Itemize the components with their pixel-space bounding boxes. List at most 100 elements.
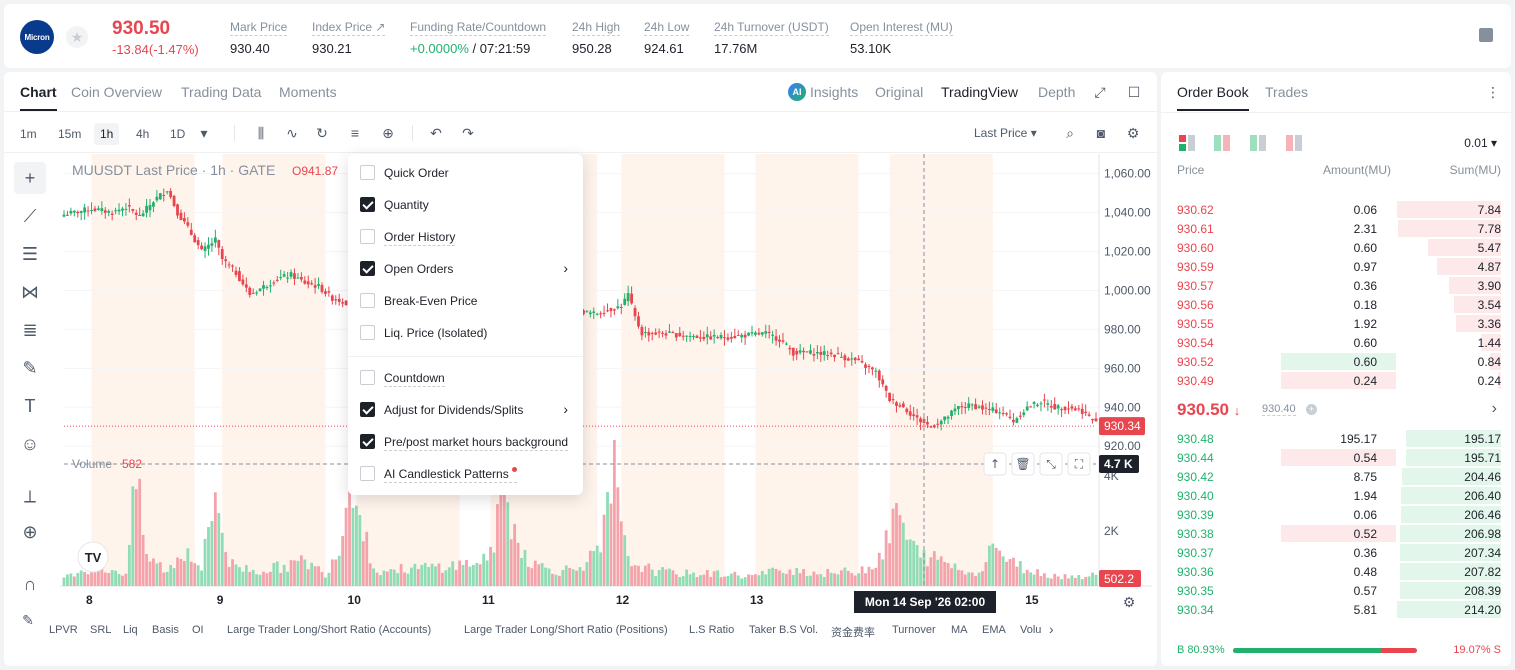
indicator-tab[interactable]: LPVR <box>49 624 78 636</box>
timeframe-15m[interactable]: 15m <box>52 123 87 145</box>
indicator-tab[interactable]: MA <box>951 624 968 636</box>
dd-quantity[interactable]: Quantity <box>360 195 572 215</box>
indicator-tab[interactable]: Taker B.S Vol. <box>749 624 818 636</box>
stat-mark-price[interactable]: Mark Price 930.40 <box>230 18 288 56</box>
orderbook-row[interactable]: 930.54 0.60 1.44 <box>1177 333 1501 352</box>
checkbox[interactable] <box>360 165 375 180</box>
orderbook-row[interactable]: 930.62 0.06 7.84 <box>1177 200 1501 219</box>
checkbox[interactable] <box>360 229 375 244</box>
checkbox[interactable] <box>360 466 375 481</box>
dd-open-orders[interactable]: Open Orders › <box>360 259 572 279</box>
tab-depth[interactable]: Depth <box>1038 84 1075 100</box>
tab-order-book[interactable]: Order Book <box>1177 84 1249 111</box>
indicator-tab[interactable]: Liq <box>123 624 138 636</box>
indicator-tab[interactable]: L.S Ratio <box>689 624 734 636</box>
orderbook-last-price[interactable]: 930.50 ↓ <box>1177 400 1240 420</box>
stat-funding-rate[interactable]: Funding Rate/Countdown +0.0000% / 07:21:… <box>410 18 547 56</box>
dd-liq-price[interactable]: Liq. Price (Isolated) <box>360 323 572 343</box>
dd-break-even-price[interactable]: Break-Even Price <box>360 291 572 311</box>
indicator-tab[interactable]: Volu <box>1020 624 1041 636</box>
expand-icon[interactable]: ⤢ <box>1092 84 1108 100</box>
brush-icon[interactable]: ✎ <box>14 352 46 384</box>
indicator-icon[interactable]: ∿ <box>284 125 300 141</box>
tab-tradingview[interactable]: TradingView <box>941 84 1018 100</box>
text-icon[interactable]: T <box>14 390 46 422</box>
orderbook-row[interactable]: 930.61 2.31 7.78 <box>1177 219 1501 238</box>
dd-adjust-dividends[interactable]: Adjust for Dividends/Splits › <box>360 400 572 420</box>
emoji-icon[interactable]: ☺ <box>14 428 46 460</box>
checkbox[interactable] <box>360 293 375 308</box>
book-icon[interactable] <box>1479 28 1493 42</box>
indicator-tab[interactable]: Large Trader Long/Short Ratio (Positions… <box>464 624 668 636</box>
orderbook-row[interactable]: 930.48 195.17 195.17 <box>1177 429 1501 448</box>
orderbook-row[interactable]: 930.36 0.48 207.82 <box>1177 562 1501 581</box>
indicator-tab[interactable]: Large Trader Long/Short Ratio (Accounts) <box>227 624 431 636</box>
checkbox[interactable] <box>360 197 375 212</box>
stat-index-price[interactable]: Index Price ↗ 930.21 <box>312 18 386 56</box>
tab-insights[interactable]: Insights <box>810 84 858 100</box>
orderbook-row[interactable]: 930.59 0.97 4.87 <box>1177 257 1501 276</box>
chevron-down-icon[interactable]: ▾ <box>196 125 212 141</box>
orderbook-row[interactable]: 930.60 0.60 5.47 <box>1177 238 1501 257</box>
candle-type-icon[interactable]: ⫼ <box>253 125 269 141</box>
checkbox[interactable] <box>360 325 375 340</box>
timeframe-1m[interactable]: 1m <box>14 123 43 145</box>
orderbook-row[interactable]: 930.52 0.60 0.84 <box>1177 352 1501 371</box>
refresh-icon[interactable]: ↻ <box>314 125 330 141</box>
orderbook-row[interactable]: 930.37 0.36 207.34 <box>1177 543 1501 562</box>
orderbook-row[interactable]: 930.35 0.57 208.39 <box>1177 581 1501 600</box>
precision-select[interactable]: 0.01 ▾ <box>1464 136 1497 150</box>
chevron-right-icon[interactable]: › <box>1049 621 1054 637</box>
add-overlay-icon[interactable]: ⊕ <box>380 125 396 141</box>
indicator-tab[interactable]: 资金费率 <box>831 624 875 640</box>
indicator-tab[interactable]: Basis <box>152 624 179 636</box>
tab-chart[interactable]: Chart <box>20 84 57 111</box>
checkbox[interactable] <box>360 402 375 417</box>
checkbox[interactable] <box>360 434 375 449</box>
dd-quick-order[interactable]: Quick Order <box>360 163 572 183</box>
chevron-right-icon[interactable]: › <box>1492 400 1497 418</box>
timeframe-1h[interactable]: 1h <box>94 123 120 145</box>
indicator-tab[interactable]: EMA <box>982 624 1006 636</box>
magnet-icon[interactable]: ∩ <box>14 568 46 600</box>
checkbox[interactable] <box>360 261 375 276</box>
search-icon[interactable]: ⌕ <box>1062 125 1078 141</box>
tab-trading-data[interactable]: Trading Data <box>181 84 261 100</box>
orderbook-row[interactable]: 930.40 1.94 206.40 <box>1177 486 1501 505</box>
redo-icon[interactable]: ↷ <box>460 125 476 141</box>
parallel-lines-icon[interactable]: ☰ <box>14 238 46 270</box>
view-bids-icon[interactable] <box>1250 135 1266 151</box>
orderbook-row[interactable]: 930.42 8.75 204.46 <box>1177 467 1501 486</box>
dd-ai-candlestick[interactable]: AI Candlestick Patterns <box>360 464 572 484</box>
info-icon[interactable]: + <box>1306 404 1317 415</box>
orderbook-row[interactable]: 930.56 0.18 3.54 <box>1177 295 1501 314</box>
orderbook-row[interactable]: 930.39 0.06 206.46 <box>1177 505 1501 524</box>
timeframe-1d[interactable]: 1D <box>164 123 191 145</box>
pattern-icon[interactable]: ⋈ <box>14 276 46 308</box>
pencil-icon[interactable]: ✎ <box>20 612 36 628</box>
timeframe-4h[interactable]: 4h <box>130 123 155 145</box>
orderbook-row[interactable]: 930.49 0.24 0.24 <box>1177 371 1501 390</box>
camera-icon[interactable]: ◙ <box>1093 125 1109 141</box>
dd-order-history[interactable]: Order History <box>360 227 572 247</box>
price-source-select[interactable]: Last Price ▾ <box>974 126 1037 140</box>
crosshair-icon[interactable]: + <box>14 162 46 194</box>
orderbook-row[interactable]: 930.38 0.52 206.98 <box>1177 524 1501 543</box>
window-icon[interactable]: ☐ <box>1126 84 1142 100</box>
gear-icon[interactable]: ⚙ <box>1125 125 1141 141</box>
tab-coin-overview[interactable]: Coin Overview <box>71 84 162 100</box>
indicator-tab[interactable]: SRL <box>90 624 111 636</box>
orderbook-row[interactable]: 930.55 1.92 3.36 <box>1177 314 1501 333</box>
dd-pre-post-market[interactable]: Pre/post market hours background <box>360 432 572 452</box>
orderbook-row[interactable]: 930.34 5.81 214.20 <box>1177 600 1501 619</box>
checkbox[interactable] <box>360 370 375 385</box>
undo-icon[interactable]: ↶ <box>428 125 444 141</box>
price-chart[interactable]: 1,060.00 1,040.00 1,020.00 1,000.00 980.00 96… <box>60 154 1152 618</box>
dd-countdown[interactable]: Countdown <box>360 368 572 388</box>
template-icon[interactable]: ≡ <box>347 125 363 141</box>
orderbook-row[interactable]: 930.57 0.36 3.90 <box>1177 276 1501 295</box>
star-icon[interactable]: ★ <box>66 26 88 48</box>
more-icon[interactable]: ⋮ <box>1485 84 1501 100</box>
tab-original[interactable]: Original <box>875 84 923 100</box>
orderbook-row[interactable]: 930.44 0.54 195.71 <box>1177 448 1501 467</box>
